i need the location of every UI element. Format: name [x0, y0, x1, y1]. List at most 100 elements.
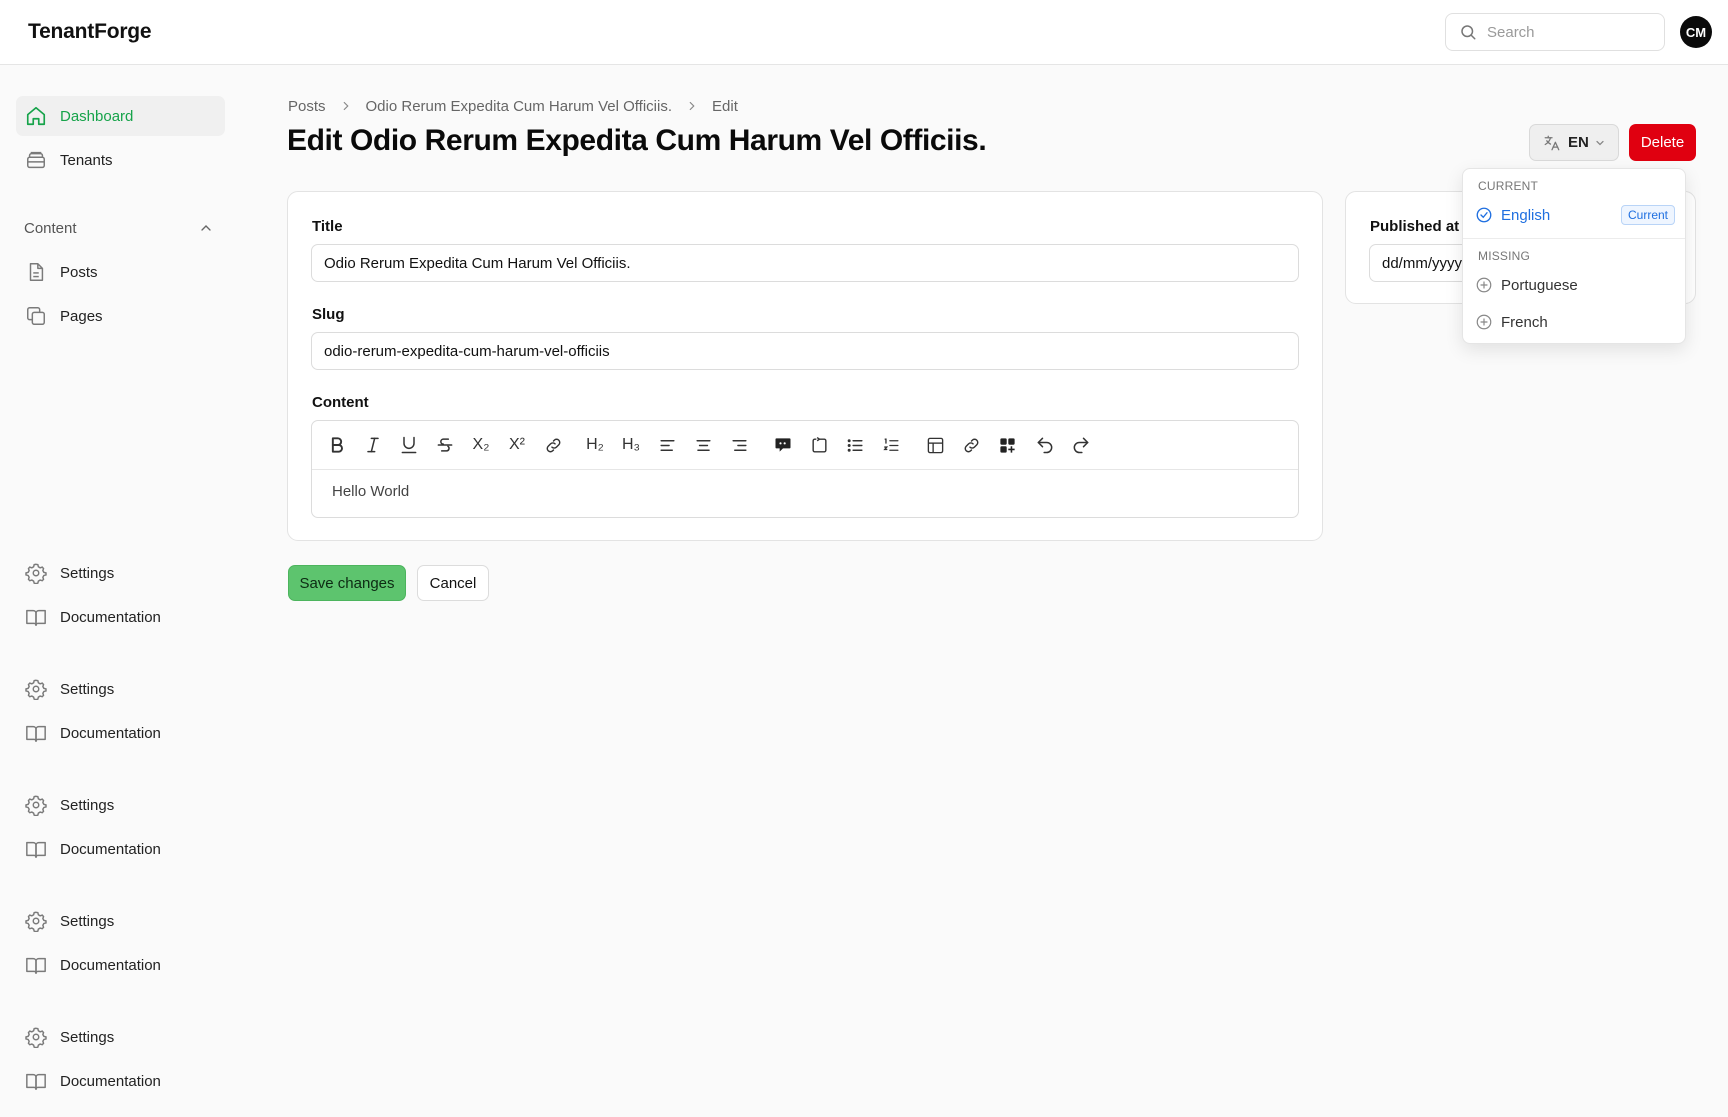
sidebar-item-settings[interactable]: Settings — [16, 901, 225, 941]
sidebar-item-label: Tenants — [60, 151, 113, 169]
language-option-english[interactable]: English Current — [1475, 201, 1675, 229]
breadcrumb-posts[interactable]: Posts — [288, 98, 326, 115]
slug-field[interactable]: odio-rerum-expedita-cum-harum-vel-offici… — [311, 332, 1299, 370]
cancel-button[interactable]: Cancel — [417, 565, 489, 601]
plus-circle-icon — [1476, 277, 1492, 293]
sidebar-item-documentation[interactable]: Documentation — [16, 1061, 225, 1101]
superscript-icon: X² — [509, 436, 525, 453]
table-button[interactable] — [924, 434, 946, 456]
link-button[interactable] — [542, 434, 564, 456]
delete-button[interactable]: Delete — [1629, 124, 1696, 161]
sidebar-item-documentation[interactable]: Documentation — [16, 597, 225, 637]
blocks-button[interactable] — [996, 434, 1018, 456]
save-button[interactable]: Save changes — [288, 565, 406, 601]
breadcrumb-post[interactable]: Odio Rerum Expedita Cum Harum Vel Offici… — [366, 98, 673, 115]
bullet-list-button[interactable] — [844, 434, 866, 456]
undo-button[interactable] — [1034, 434, 1056, 456]
language-dropdown: CURRENT English Current MISSING Portugue… — [1462, 168, 1686, 344]
sidebar-item-documentation[interactable]: Documentation — [16, 713, 225, 753]
redo-icon — [1073, 437, 1089, 454]
sidebar-item-label: Settings — [60, 912, 115, 930]
strikethrough-button[interactable] — [434, 434, 456, 456]
content-label: Content — [312, 394, 369, 411]
divider — [1463, 238, 1685, 239]
search-placeholder: Search — [1487, 23, 1535, 41]
bold-button[interactable] — [326, 434, 348, 456]
book-icon — [26, 725, 46, 742]
superscript-button[interactable]: X² — [506, 434, 528, 456]
language-switcher-button[interactable]: EN — [1529, 124, 1619, 161]
sidebar-item-label: Settings — [60, 796, 115, 814]
align-left-icon — [659, 439, 675, 451]
sidebar-group-content[interactable]: Content — [24, 216, 214, 240]
heading-3-button[interactable]: H₃ — [620, 434, 642, 456]
sidebar-item-documentation[interactable]: Documentation — [16, 829, 225, 869]
sidebar-item-tenants[interactable]: Tenants — [16, 140, 225, 180]
blockquote-button[interactable] — [772, 434, 794, 456]
avatar[interactable]: CM — [1680, 16, 1712, 48]
database-icon — [27, 151, 45, 169]
title-field[interactable]: Odio Rerum Expedita Cum Harum Vel Offici… — [311, 244, 1299, 282]
chevron-right-icon — [689, 101, 695, 111]
sidebar-item-settings[interactable]: Settings — [16, 1017, 225, 1057]
gear-icon — [25, 911, 47, 932]
quote-icon — [775, 438, 791, 452]
sidebar-item-label: Settings — [60, 564, 115, 582]
gear-icon — [25, 679, 47, 700]
language-option-french[interactable]: French — [1475, 308, 1675, 336]
ordered-list-button[interactable] — [880, 434, 902, 456]
book-icon — [26, 957, 46, 974]
sidebar-item-settings[interactable]: Settings — [16, 669, 225, 709]
blocks-icon — [999, 437, 1015, 453]
italic-button[interactable] — [362, 434, 384, 456]
post-form-card: Title Odio Rerum Expedita Cum Harum Vel … — [287, 191, 1323, 541]
language-option-portuguese[interactable]: Portuguese — [1475, 271, 1675, 299]
editor-content[interactable]: Hello World — [332, 483, 409, 500]
attach-button[interactable] — [960, 434, 982, 456]
align-center-icon — [695, 439, 711, 451]
language-code: EN — [1568, 134, 1589, 151]
slug-label: Slug — [312, 306, 345, 323]
sidebar-item-posts[interactable]: Posts — [16, 252, 225, 292]
sidebar-item-settings[interactable]: Settings — [16, 553, 225, 593]
breadcrumb-edit: Edit — [712, 97, 738, 115]
code-block-button[interactable] — [808, 434, 830, 456]
rich-text-editor[interactable]: X₂ X² H₂ H₃ Hello World — [311, 420, 1299, 518]
sidebar-group-label: Content — [24, 219, 77, 237]
italic-icon — [367, 437, 379, 453]
heading-2-button[interactable]: H₂ — [584, 434, 606, 456]
brand-logo[interactable]: TenantForge — [28, 20, 152, 44]
heading-3-icon: H₃ — [621, 436, 641, 453]
search-input[interactable]: Search — [1445, 13, 1665, 51]
gear-icon — [25, 563, 47, 584]
file-icon — [29, 263, 44, 281]
sidebar-item-label: Documentation — [60, 1072, 161, 1090]
sidebar-item-documentation[interactable]: Documentation — [16, 945, 225, 985]
language-option-label: French — [1501, 313, 1548, 331]
gear-icon — [25, 1027, 47, 1048]
underline-icon — [401, 436, 417, 454]
page-title: Edit Odio Rerum Expedita Cum Harum Vel O… — [287, 124, 987, 157]
underline-button[interactable] — [398, 434, 420, 456]
search-icon — [1461, 25, 1476, 40]
subscript-button[interactable]: X₂ — [470, 434, 492, 456]
sidebar-item-label: Documentation — [60, 956, 161, 974]
missing-heading: MISSING — [1478, 249, 1531, 263]
align-left-button[interactable] — [656, 434, 678, 456]
check-circle-icon — [1476, 207, 1492, 223]
current-heading: CURRENT — [1478, 179, 1539, 193]
sidebar-item-dashboard[interactable]: Dashboard — [16, 96, 225, 136]
redo-button[interactable] — [1070, 434, 1092, 456]
book-icon — [26, 841, 46, 858]
sidebar-item-label: Dashboard — [60, 107, 134, 125]
sidebar-item-pages[interactable]: Pages — [16, 296, 225, 336]
bold-icon — [331, 437, 343, 453]
book-icon — [26, 1073, 46, 1090]
attach-icon — [964, 438, 978, 452]
align-center-button[interactable] — [692, 434, 714, 456]
align-right-button[interactable] — [728, 434, 750, 456]
align-right-icon — [731, 439, 747, 451]
sidebar-item-settings[interactable]: Settings — [16, 785, 225, 825]
book-icon — [26, 609, 46, 626]
chevron-up-icon — [201, 225, 211, 231]
